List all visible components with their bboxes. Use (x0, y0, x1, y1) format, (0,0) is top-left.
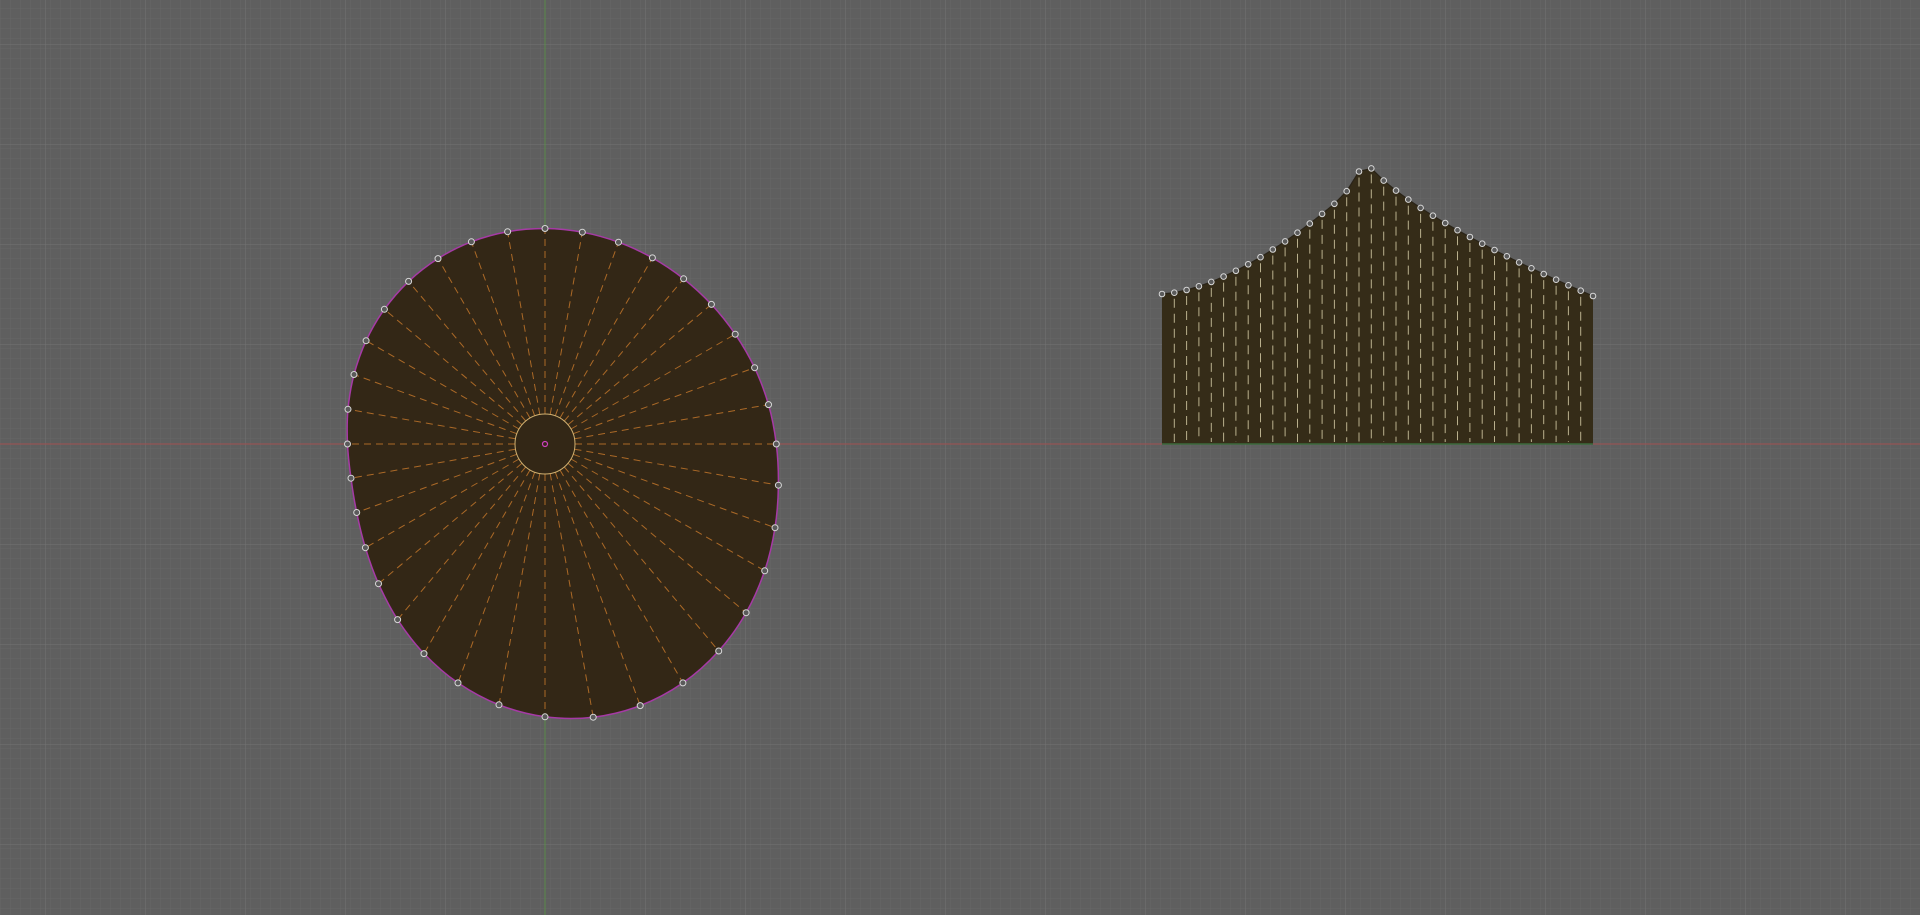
radial-mesh-vertex (495, 701, 503, 709)
strip-mesh-vertex (1244, 261, 1252, 268)
strip-mesh-vertex (1392, 187, 1400, 194)
radial-mesh-vertex (541, 225, 549, 232)
strip-mesh-vertex (1306, 220, 1314, 227)
strip-mesh-vertex (1208, 278, 1215, 286)
radial-mesh-vertex (375, 580, 382, 588)
radial-mesh-vertex (715, 647, 723, 655)
strip-mesh-vertex (1294, 229, 1301, 236)
strip-mesh-vertex (1405, 196, 1412, 203)
strip-mesh-vertex (1232, 267, 1240, 275)
strip-mesh-vertex (1540, 270, 1547, 278)
strip-mesh-vertex (1429, 212, 1437, 219)
strip-mesh-vertex (1343, 187, 1350, 195)
strip-mesh-vertex (1281, 238, 1289, 245)
radial-mesh-vertex (679, 679, 687, 687)
strip-mesh-vertex (1515, 259, 1523, 266)
radial-mesh-vertex (361, 544, 369, 552)
radial-mesh-vertex (578, 228, 586, 236)
strip-mesh-vertex (1183, 286, 1190, 294)
radial-mesh-vertex (731, 330, 739, 338)
radial-mesh-vertex (467, 238, 475, 246)
strip-mesh-vertex (1491, 246, 1498, 254)
strip-mesh-vertex (1220, 273, 1227, 280)
strip-mesh-vertex (1565, 282, 1572, 289)
radial-mesh-vertex (765, 401, 772, 409)
strip-mesh-vertex (1528, 265, 1535, 272)
strip-mesh-vertex (1368, 165, 1375, 172)
radial-mesh-vertex (362, 337, 370, 345)
strip-mesh-vertex (1355, 168, 1363, 175)
radial-mesh-vertex (589, 713, 597, 721)
radial-mesh-vertex (353, 509, 361, 516)
radial-mesh-vertex (347, 474, 355, 482)
strip-mesh-vertex (1158, 290, 1166, 298)
strip-mesh-vertex (1589, 292, 1597, 300)
radial-mesh-vertex (405, 277, 413, 285)
strip-mesh-vertex (1380, 177, 1387, 184)
radial-mesh-vertex (454, 679, 462, 687)
strip-mesh-vertex (1441, 219, 1449, 227)
radial-mesh-vertex (680, 275, 688, 283)
radial-mesh-vertex (344, 405, 352, 413)
radial-mesh-vertex (771, 524, 779, 532)
radial-mesh-vertex (751, 364, 759, 372)
strip-mesh-vertex (1257, 253, 1264, 261)
radial-mesh-vertex (504, 228, 512, 236)
strip-mesh-vertex (1171, 289, 1178, 297)
strip-mesh-vertex (1478, 240, 1486, 247)
radial-mesh-vertex (707, 300, 715, 308)
radial-mesh-vertex (541, 713, 549, 721)
radial-mesh-vertex (761, 567, 769, 575)
strip-mesh-vertex (1331, 200, 1338, 208)
strip-mesh-vertex (1466, 233, 1474, 241)
radial-mesh-vertex (772, 440, 780, 448)
radial-mesh-vertex (380, 305, 388, 313)
radial-mesh-vertex (615, 238, 622, 246)
radial-mesh-vertex (774, 481, 782, 489)
radial-mesh-vertex (394, 616, 402, 624)
strip-mesh-vertex (1454, 226, 1461, 234)
strip-mesh-vertex (1195, 283, 1203, 290)
strip-mesh-vertex (1417, 204, 1424, 212)
viewport-grid (0, 0, 1920, 915)
strip-mesh-vertex (1577, 287, 1584, 295)
radial-mesh-vertex (350, 371, 358, 378)
3d-viewport[interactable] (0, 0, 1920, 915)
radial-mesh-vertex (420, 650, 428, 658)
radial-mesh-vertex (636, 702, 644, 710)
radial-mesh-vertex (742, 609, 750, 617)
viewport-canvas[interactable] (0, 0, 1920, 915)
strip-mesh-vertex (1318, 210, 1326, 218)
radial-mesh-vertex (434, 255, 442, 263)
radial-mesh-vertex (344, 440, 351, 448)
radial-mesh-vertex (648, 254, 656, 262)
strip-mesh-vertex (1503, 252, 1511, 260)
strip-mesh-vertex (1269, 246, 1277, 253)
strip-mesh-vertex (1552, 276, 1560, 284)
